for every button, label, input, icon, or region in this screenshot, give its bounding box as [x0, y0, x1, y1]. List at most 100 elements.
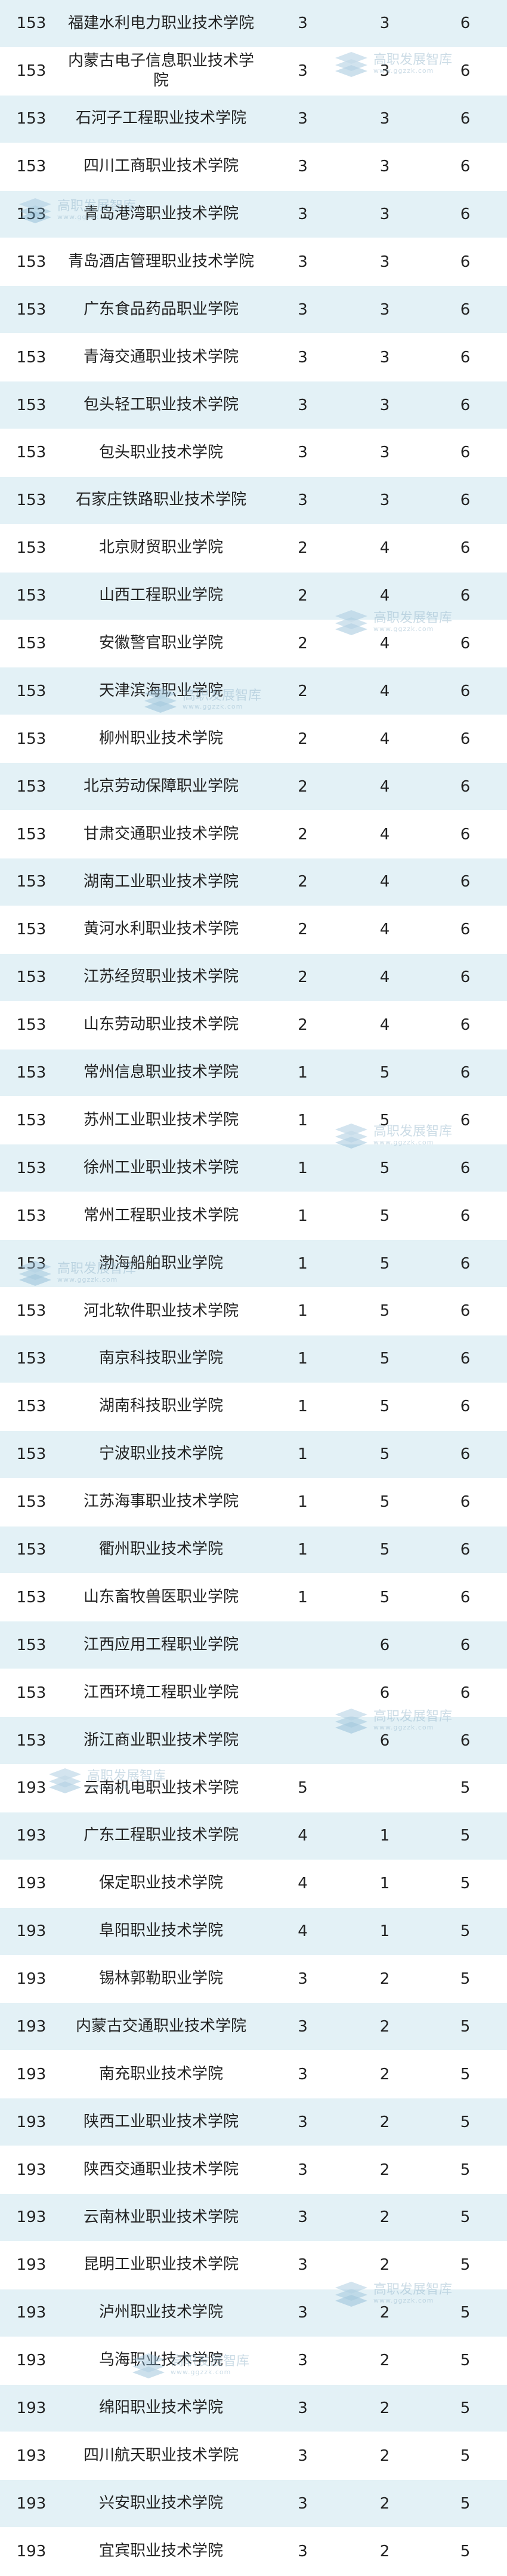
table-row: 193 昆明工业职业技术学院 3 2 5 — [0, 2241, 507, 2289]
count-a-cell: 3 — [298, 2446, 308, 2465]
table-row: 193 四川航天职业技术学院 3 2 5 — [0, 2432, 507, 2480]
table-row: 153 山东劳动职业技术学院 2 4 6 — [0, 1001, 507, 1050]
count-b-cell: 2 — [379, 1969, 390, 1988]
school-name-cell: 陕西工业职业技术学院 — [83, 2112, 239, 2131]
count-a-cell: 4 — [298, 1827, 308, 1845]
total-cell: 6 — [460, 873, 471, 891]
count-b-cell: 5 — [379, 1398, 390, 1416]
school-name-cell: 江苏经贸职业技术学院 — [83, 968, 239, 986]
rank-cell: 153 — [16, 396, 47, 414]
count-a-cell: 1 — [298, 1493, 308, 1512]
total-cell: 5 — [460, 1779, 471, 1798]
rank-cell: 153 — [16, 62, 47, 81]
count-b-cell: 6 — [379, 1684, 390, 1702]
total-cell: 5 — [460, 1922, 471, 1941]
total-cell: 6 — [460, 158, 471, 176]
rank-cell: 153 — [16, 300, 47, 319]
total-cell: 6 — [460, 921, 471, 939]
count-a-cell: 5 — [298, 1779, 308, 1798]
table-row: 193 南充职业技术学院 3 2 5 — [0, 2051, 507, 2099]
count-b-cell: 6 — [379, 1636, 390, 1654]
count-b-cell: 1 — [379, 1827, 390, 1845]
total-cell: 5 — [460, 1827, 471, 1845]
count-b-cell: 2 — [379, 2446, 390, 2465]
school-name-cell: 云南林业职业技术学院 — [83, 2208, 239, 2226]
total-cell: 5 — [460, 2304, 471, 2322]
total-cell: 5 — [460, 1969, 471, 1988]
count-b-cell: 2 — [379, 2113, 390, 2131]
school-name-cell: 山东劳动职业技术学院 — [83, 1015, 239, 1034]
table-row: 153 河北软件职业技术学院 1 5 6 — [0, 1288, 507, 1335]
total-cell: 6 — [460, 205, 471, 223]
count-a-cell: 4 — [298, 1875, 308, 1893]
count-b-cell: 2 — [379, 2494, 390, 2513]
rank-cell: 153 — [16, 1302, 47, 1321]
table-row: 153 柳州职业技术学院 2 4 6 — [0, 715, 507, 764]
school-name-cell: 北京财贸职业学院 — [98, 538, 223, 557]
table-row: 193 阜阳职业技术学院 4 1 5 — [0, 1907, 507, 1956]
rank-cell: 153 — [16, 205, 47, 223]
total-cell: 5 — [460, 2017, 471, 2036]
count-b-cell: 2 — [379, 2208, 390, 2227]
count-a-cell: 1 — [298, 1350, 308, 1368]
total-cell: 6 — [460, 348, 471, 367]
school-name-cell: 常州工程职业技术学院 — [83, 1206, 239, 1224]
table-row: 153 宁波职业技术学院 1 5 6 — [0, 1430, 507, 1479]
count-b-cell: 4 — [379, 730, 390, 748]
table-row: 153 内蒙古电子信息职业技术学院 3 3 6 — [0, 47, 507, 96]
rank-cell: 193 — [16, 2065, 47, 2083]
rank-cell: 153 — [16, 1493, 47, 1512]
count-a-cell: 2 — [298, 825, 308, 844]
total-cell: 5 — [460, 1875, 471, 1893]
count-a-cell: 3 — [298, 205, 308, 223]
rank-cell: 193 — [16, 1779, 47, 1798]
table-row: 153 广东食品药品职业学院 3 3 6 — [0, 286, 507, 334]
school-name-cell: 兴安职业技术学院 — [98, 2494, 223, 2512]
total-cell: 6 — [460, 1493, 471, 1512]
table-row: 153 南京科技职业学院 1 5 6 — [0, 1335, 507, 1383]
table-row: 153 福建水利电力职业技术学院 3 3 6 — [0, 0, 507, 48]
count-b-cell: 4 — [379, 539, 390, 558]
rank-cell: 153 — [16, 539, 47, 558]
total-cell: 6 — [460, 539, 471, 558]
school-name-cell: 江苏海事职业技术学院 — [83, 1492, 239, 1511]
count-a-cell: 1 — [298, 1207, 308, 1225]
count-b-cell: 4 — [379, 777, 390, 796]
total-cell: 5 — [460, 2399, 471, 2417]
table-row: 153 石河子工程职业技术学院 3 3 6 — [0, 95, 507, 143]
table-row: 153 北京劳动保障职业学院 2 4 6 — [0, 763, 507, 811]
total-cell: 6 — [460, 1684, 471, 1702]
school-name-cell: 陕西交通职业技术学院 — [83, 2160, 239, 2178]
count-b-cell: 4 — [379, 921, 390, 939]
count-b-cell: 2 — [379, 2352, 390, 2370]
school-name-cell: 云南机电职业技术学院 — [83, 1778, 239, 1797]
count-b-cell: 2 — [379, 2017, 390, 2036]
count-b-cell: 5 — [379, 1493, 390, 1512]
rank-cell: 153 — [16, 1588, 47, 1606]
count-b-cell: 5 — [379, 1111, 390, 1129]
count-a-cell: 2 — [298, 587, 308, 605]
rank-cell: 153 — [16, 1350, 47, 1368]
count-a-cell: 1 — [298, 1540, 308, 1559]
total-cell: 5 — [460, 2542, 471, 2560]
count-b-cell: 3 — [379, 491, 390, 510]
count-b-cell: 5 — [379, 1350, 390, 1368]
rank-cell: 153 — [16, 682, 47, 700]
table-row: 153 徐州工业职业技术学院 1 5 6 — [0, 1144, 507, 1193]
school-name-cell: 甘肃交通职业技术学院 — [83, 824, 239, 843]
school-name-cell: 苏州工业职业技术学院 — [83, 1111, 239, 1129]
rank-cell: 153 — [16, 1636, 47, 1654]
count-a-cell: 3 — [298, 2017, 308, 2036]
rank-cell: 153 — [16, 1207, 47, 1225]
count-b-cell: 4 — [379, 1016, 390, 1035]
total-cell: 5 — [460, 2256, 471, 2275]
total-cell: 6 — [460, 1350, 471, 1368]
rank-cell: 153 — [16, 1016, 47, 1035]
count-b-cell: 1 — [379, 1875, 390, 1893]
count-a-cell: 3 — [298, 2113, 308, 2131]
count-a-cell: 2 — [298, 730, 308, 748]
school-name-cell: 内蒙古电子信息职业技术学院 — [67, 51, 254, 90]
count-a-cell: 2 — [298, 777, 308, 796]
school-name-cell: 包头轻工职业技术学院 — [83, 395, 239, 414]
table-row: 193 内蒙古交通职业技术学院 3 2 5 — [0, 2003, 507, 2051]
